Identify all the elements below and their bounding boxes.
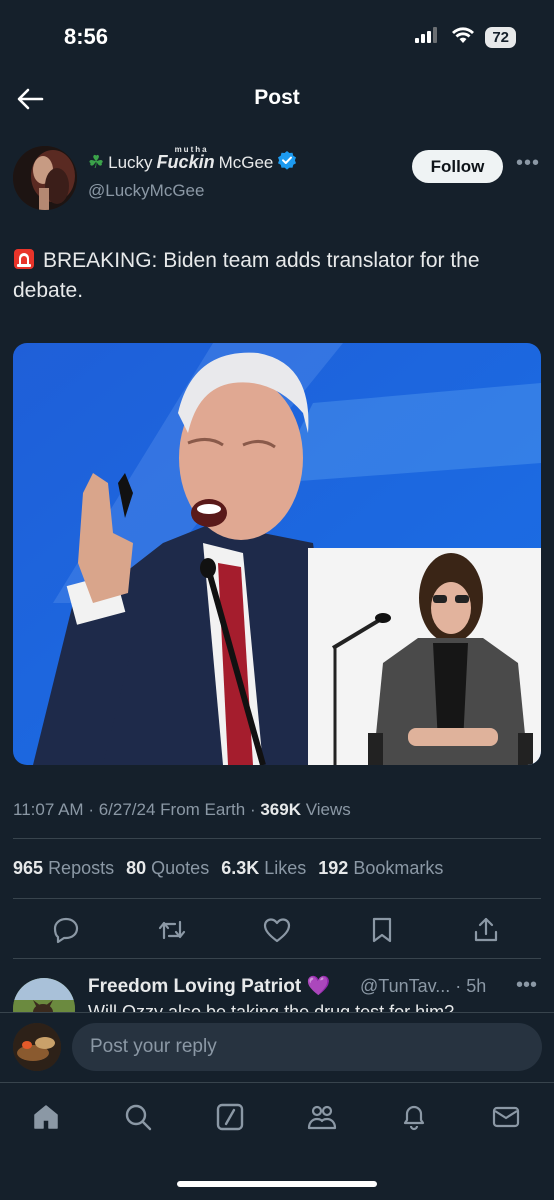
- post-detail-screen: 8:56 72 Post ☘ Lucky mutha Fuckin McGee …: [0, 0, 554, 1200]
- display-name-styled: mutha Fuckin: [156, 145, 215, 173]
- post-stats: 965 Reposts 80 Quotes 6.3K Likes 192 Boo…: [13, 858, 443, 879]
- divider: [13, 898, 541, 899]
- post-metadata: 11:07 AM · 6/27/24 From Earth · 369K Vie…: [13, 800, 351, 819]
- bookmark-button[interactable]: [362, 910, 402, 950]
- post-text: BREAKING: Biden team adds translator for…: [13, 249, 480, 302]
- stat-bookmarks[interactable]: 192 Bookmarks: [318, 858, 443, 879]
- repost-button[interactable]: [152, 910, 192, 950]
- user-avatar[interactable]: [13, 1023, 61, 1071]
- reply-avatar[interactable]: [13, 978, 75, 1012]
- search-icon: [125, 1104, 152, 1131]
- author-avatar[interactable]: [13, 146, 77, 210]
- reply-author-handle: @TunTav... · 5h: [360, 976, 487, 996]
- wifi-icon: [451, 26, 475, 49]
- follow-button[interactable]: Follow: [412, 150, 503, 183]
- heart-icon: [263, 918, 291, 943]
- reply-text: Will Ozzy also be taking the drug test f…: [88, 1002, 455, 1012]
- nav-communities[interactable]: [306, 1101, 338, 1133]
- bell-icon: [403, 1105, 425, 1131]
- grok-icon: [216, 1103, 244, 1131]
- home-indicator: [177, 1181, 377, 1187]
- communities-icon: [307, 1105, 337, 1130]
- nav-explore[interactable]: [122, 1101, 154, 1133]
- reply-icon: [53, 917, 79, 944]
- views-label[interactable]: Views: [306, 800, 351, 819]
- nav-home[interactable]: [30, 1101, 62, 1133]
- more-options-icon[interactable]: •••: [516, 152, 540, 175]
- top-bar: Post: [0, 72, 554, 126]
- post-text-container: BREAKING: Biden team adds translator for…: [13, 246, 533, 306]
- nav-notifications[interactable]: [398, 1101, 430, 1133]
- post-actions: [0, 910, 554, 950]
- page-title: Post: [254, 86, 300, 109]
- display-name-superscript: mutha: [174, 145, 209, 154]
- battery-indicator: 72: [485, 27, 516, 48]
- home-icon: [34, 1105, 58, 1129]
- views-count: 369K: [260, 800, 301, 819]
- display-name-bold: Fuckin: [156, 152, 215, 172]
- share-button[interactable]: [466, 910, 506, 950]
- nav-messages[interactable]: [490, 1101, 522, 1133]
- divider: [13, 838, 541, 839]
- share-icon: [474, 917, 498, 942]
- display-name-prefix: Lucky: [108, 152, 153, 172]
- siren-emoji-icon: [13, 248, 35, 270]
- author-display-name[interactable]: ☘ Lucky mutha Fuckin McGee: [88, 145, 297, 175]
- reply-input[interactable]: [72, 1023, 542, 1071]
- status-time: 8:56: [64, 24, 109, 49]
- mail-icon: [492, 1106, 520, 1128]
- repost-icon: [158, 920, 186, 940]
- shamrock-icon: ☘: [88, 152, 105, 172]
- nav-grok[interactable]: [214, 1101, 246, 1133]
- status-icons: 72: [415, 26, 516, 49]
- divider: [13, 958, 541, 959]
- author-handle[interactable]: @LuckyMcGee: [88, 181, 297, 201]
- display-name-suffix: McGee: [218, 152, 274, 172]
- author-names: ☘ Lucky mutha Fuckin McGee @LuckyMcGee: [88, 145, 297, 201]
- reply-author-name[interactable]: Freedom Loving Patriot 💜: [88, 974, 330, 998]
- verified-badge-icon: [277, 150, 297, 175]
- like-button[interactable]: [257, 910, 297, 950]
- status-bar: 8:56 72: [0, 0, 554, 72]
- post-image[interactable]: [13, 343, 541, 765]
- post-author: ☘ Lucky mutha Fuckin McGee @LuckyMcGee F…: [0, 145, 554, 216]
- reply-button[interactable]: [46, 910, 86, 950]
- stat-reposts[interactable]: 965 Reposts: [13, 858, 114, 879]
- stat-quotes[interactable]: 80 Quotes: [126, 858, 209, 879]
- post-time: 11:07 AM: [13, 800, 84, 819]
- stat-likes[interactable]: 6.3K Likes: [221, 858, 306, 879]
- reply-composer: [0, 1012, 554, 1082]
- reply-preview[interactable]: Freedom Loving Patriot 💜 @TunTav... · 5h…: [0, 972, 554, 1012]
- reply-more-icon[interactable]: •••: [516, 974, 537, 997]
- post-date: 6/27/24: [98, 800, 156, 819]
- bookmark-icon: [372, 917, 392, 943]
- post-source: From Earth: [160, 800, 246, 819]
- signal-icon: [415, 27, 441, 48]
